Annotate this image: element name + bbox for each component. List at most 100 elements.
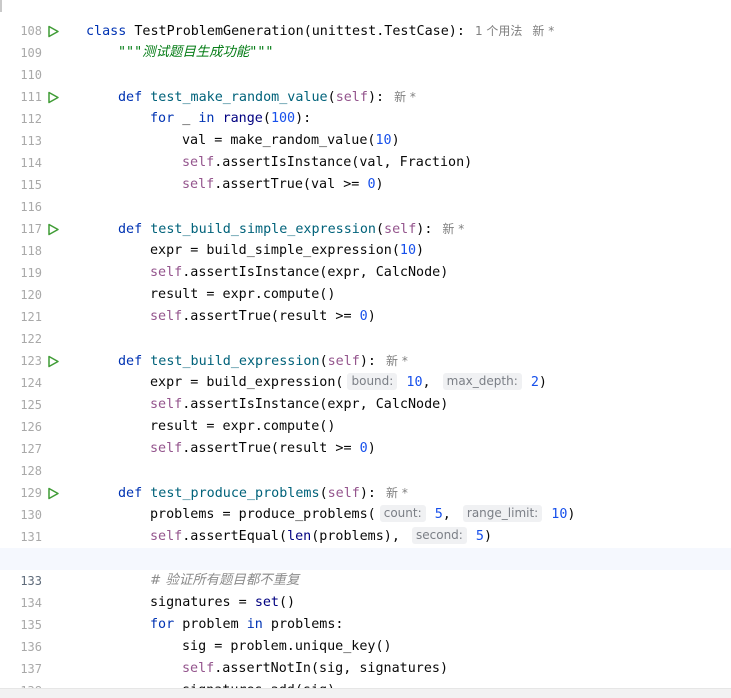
param-hint-range-limit: range_limit: [462,505,543,522]
param-hint-second: second: [412,527,467,544]
class-definition: class TestProblemGeneration(unittest.Tes… [86,20,554,43]
new-author-hint[interactable]: 新 * [394,90,416,104]
def-keyword: def [118,354,143,369]
code-line[interactable]: 116 self.assertTrue(val >= 0) [0,174,731,214]
number-literal: 2 [530,375,539,390]
code-line[interactable]: 115 self.assertIsInstance(val, Fraction) [0,152,731,192]
code-line[interactable]: 136 for problem in problems: [0,614,731,654]
code-text: (problems), [311,529,408,544]
function-name: test_make_random_value [150,90,328,105]
code-line[interactable]: 135 signatures = set() [0,592,731,632]
code-line[interactable]: 117 [0,196,731,236]
code-line[interactable]: 137 sig = problem.unique_key() [0,636,731,676]
code-text: .assertIsInstance(expr, CalcNode) [182,397,449,412]
for-keyword: for [150,111,175,126]
number-literal: 100 [270,111,296,126]
run-test-icon[interactable] [47,91,60,104]
number-literal: 0 [367,177,376,192]
def-keyword: def [118,222,143,237]
self-keyword: self [182,155,215,170]
code-line[interactable]: 119 expr = build_simple_expression(10) [0,240,731,280]
new-author-hint[interactable]: 新 * [386,354,408,368]
self-keyword: self [150,309,183,324]
function-definition: def test_produce_problems(self): 新 * [118,486,408,501]
code-line[interactable]: 122 self.assertTrue(result >= 0) [0,306,731,346]
code-line[interactable]: 130 def test_produce_problems(self): 新 * [0,482,731,522]
docstring: """测试题目生成功能""" [118,45,274,60]
code-line[interactable]: 131 problems = produce_problems(count: 5… [0,504,731,544]
def-keyword: def [118,90,143,105]
code-line[interactable]: 138 self.assertNotIn(sig, signatures) [0,658,731,698]
code-line[interactable]: 110 """测试题目生成功能""" [0,42,731,82]
self-keyword: self [150,529,183,544]
code-text: expr = build_expression( [150,375,344,390]
code-text: signatures = [150,595,255,610]
self-param: self [384,222,417,237]
self-keyword: self [150,397,183,412]
builtin-set: set [254,595,279,610]
code-line[interactable]: 134 # 验证所有题目都不重复 [0,570,731,610]
code-line[interactable]: 109 class TestProblemGeneration(unittest… [0,20,731,60]
code-line[interactable]: 114 val = make_random_value(10) [0,130,731,170]
number-literal: 0 [359,441,368,456]
in-keyword: in [198,111,215,126]
code-text: problem [174,617,247,632]
param-hint-max-depth: max_depth: [442,373,522,390]
code-line[interactable]: 121 result = expr.compute() [0,284,731,324]
function-name: test_build_simple_expression [150,222,376,237]
def-keyword: def [118,486,143,501]
new-author-hint[interactable]: 新 * [386,486,408,500]
code-line[interactable]: 127 result = expr.compute() [0,416,731,456]
current-code-line[interactable]: 133 [0,548,731,588]
run-test-icon[interactable] [47,223,60,236]
code-line[interactable]: 120 self.assertIsInstance(expr, CalcNode… [0,262,731,302]
code-line[interactable]: 128 self.assertTrue(result >= 0) [0,438,731,478]
function-definition: def test_build_expression(self): 新 * [118,354,408,369]
usages-hint[interactable]: 1 个用法 [475,24,522,38]
code-comment: # 验证所有题目都不重复 [150,573,300,588]
code-lines: 108 109 class TestProblemGeneration(unit… [0,0,731,698]
code-text: expr = build_simple_expression( [150,243,400,258]
code-line[interactable]: 129 [0,460,731,500]
self-keyword: self [150,441,183,456]
code-text: .assertIsInstance(expr, CalcNode) [182,265,449,280]
code-text: .assertTrue(result >= [182,309,360,324]
self-param: self [327,486,360,501]
in-keyword: in [246,617,263,632]
self-param: self [327,354,360,369]
code-line[interactable]: 108 [0,0,731,38]
code-line[interactable]: 126 self.assertIsInstance(expr, CalcNode… [0,394,731,434]
self-keyword: self [182,661,215,676]
code-text: problems: [262,617,344,632]
run-test-icon[interactable] [47,355,60,368]
number-literal: 5 [475,529,484,544]
code-line[interactable]: 113 for _ in range(100): [0,108,731,148]
function-definition: def test_build_simple_expression(self): 新… [118,222,465,237]
code-line[interactable]: 123 [0,328,731,368]
code-text: .assertTrue(val >= [214,177,368,192]
code-line[interactable]: 132 self.assertEqual(len(problems), seco… [0,526,731,566]
number-literal: 10 [375,133,392,148]
code-text: result = expr.compute() [150,419,336,434]
self-keyword: self [182,177,215,192]
number-literal: 5 [434,507,443,522]
code-line[interactable]: 112 def test_make_random_value(self): 新 * [0,86,731,126]
code-text: .assertEqual( [182,529,288,544]
run-test-class-icon[interactable] [47,25,60,38]
run-test-icon[interactable] [47,487,60,500]
code-line[interactable]: 118 def test_build_simple_expression(sel… [0,218,731,258]
code-text: sig = problem.unique_key() [182,639,392,654]
horizontal-scrollbar[interactable] [0,688,731,698]
code-line[interactable]: 125 expr = build_expression(bound: 10, m… [0,372,731,412]
new-author-hint[interactable]: 新 * [532,24,554,38]
function-definition: def test_make_random_value(self): 新 * [118,90,416,105]
code-line[interactable]: 124 def test_build_expression(self): 新 * [0,350,731,390]
number-literal: 0 [359,309,368,324]
code-line[interactable]: 111 [0,64,731,104]
param-hint-count: count: [379,505,426,522]
code-text: val = make_random_value( [182,133,376,148]
new-author-hint[interactable]: 新 * [442,222,464,236]
code-text: .assertNotIn(sig, signatures) [214,661,449,676]
builtin-len: len [287,529,312,544]
code-editor[interactable]: 108 109 class TestProblemGeneration(unit… [0,0,731,698]
